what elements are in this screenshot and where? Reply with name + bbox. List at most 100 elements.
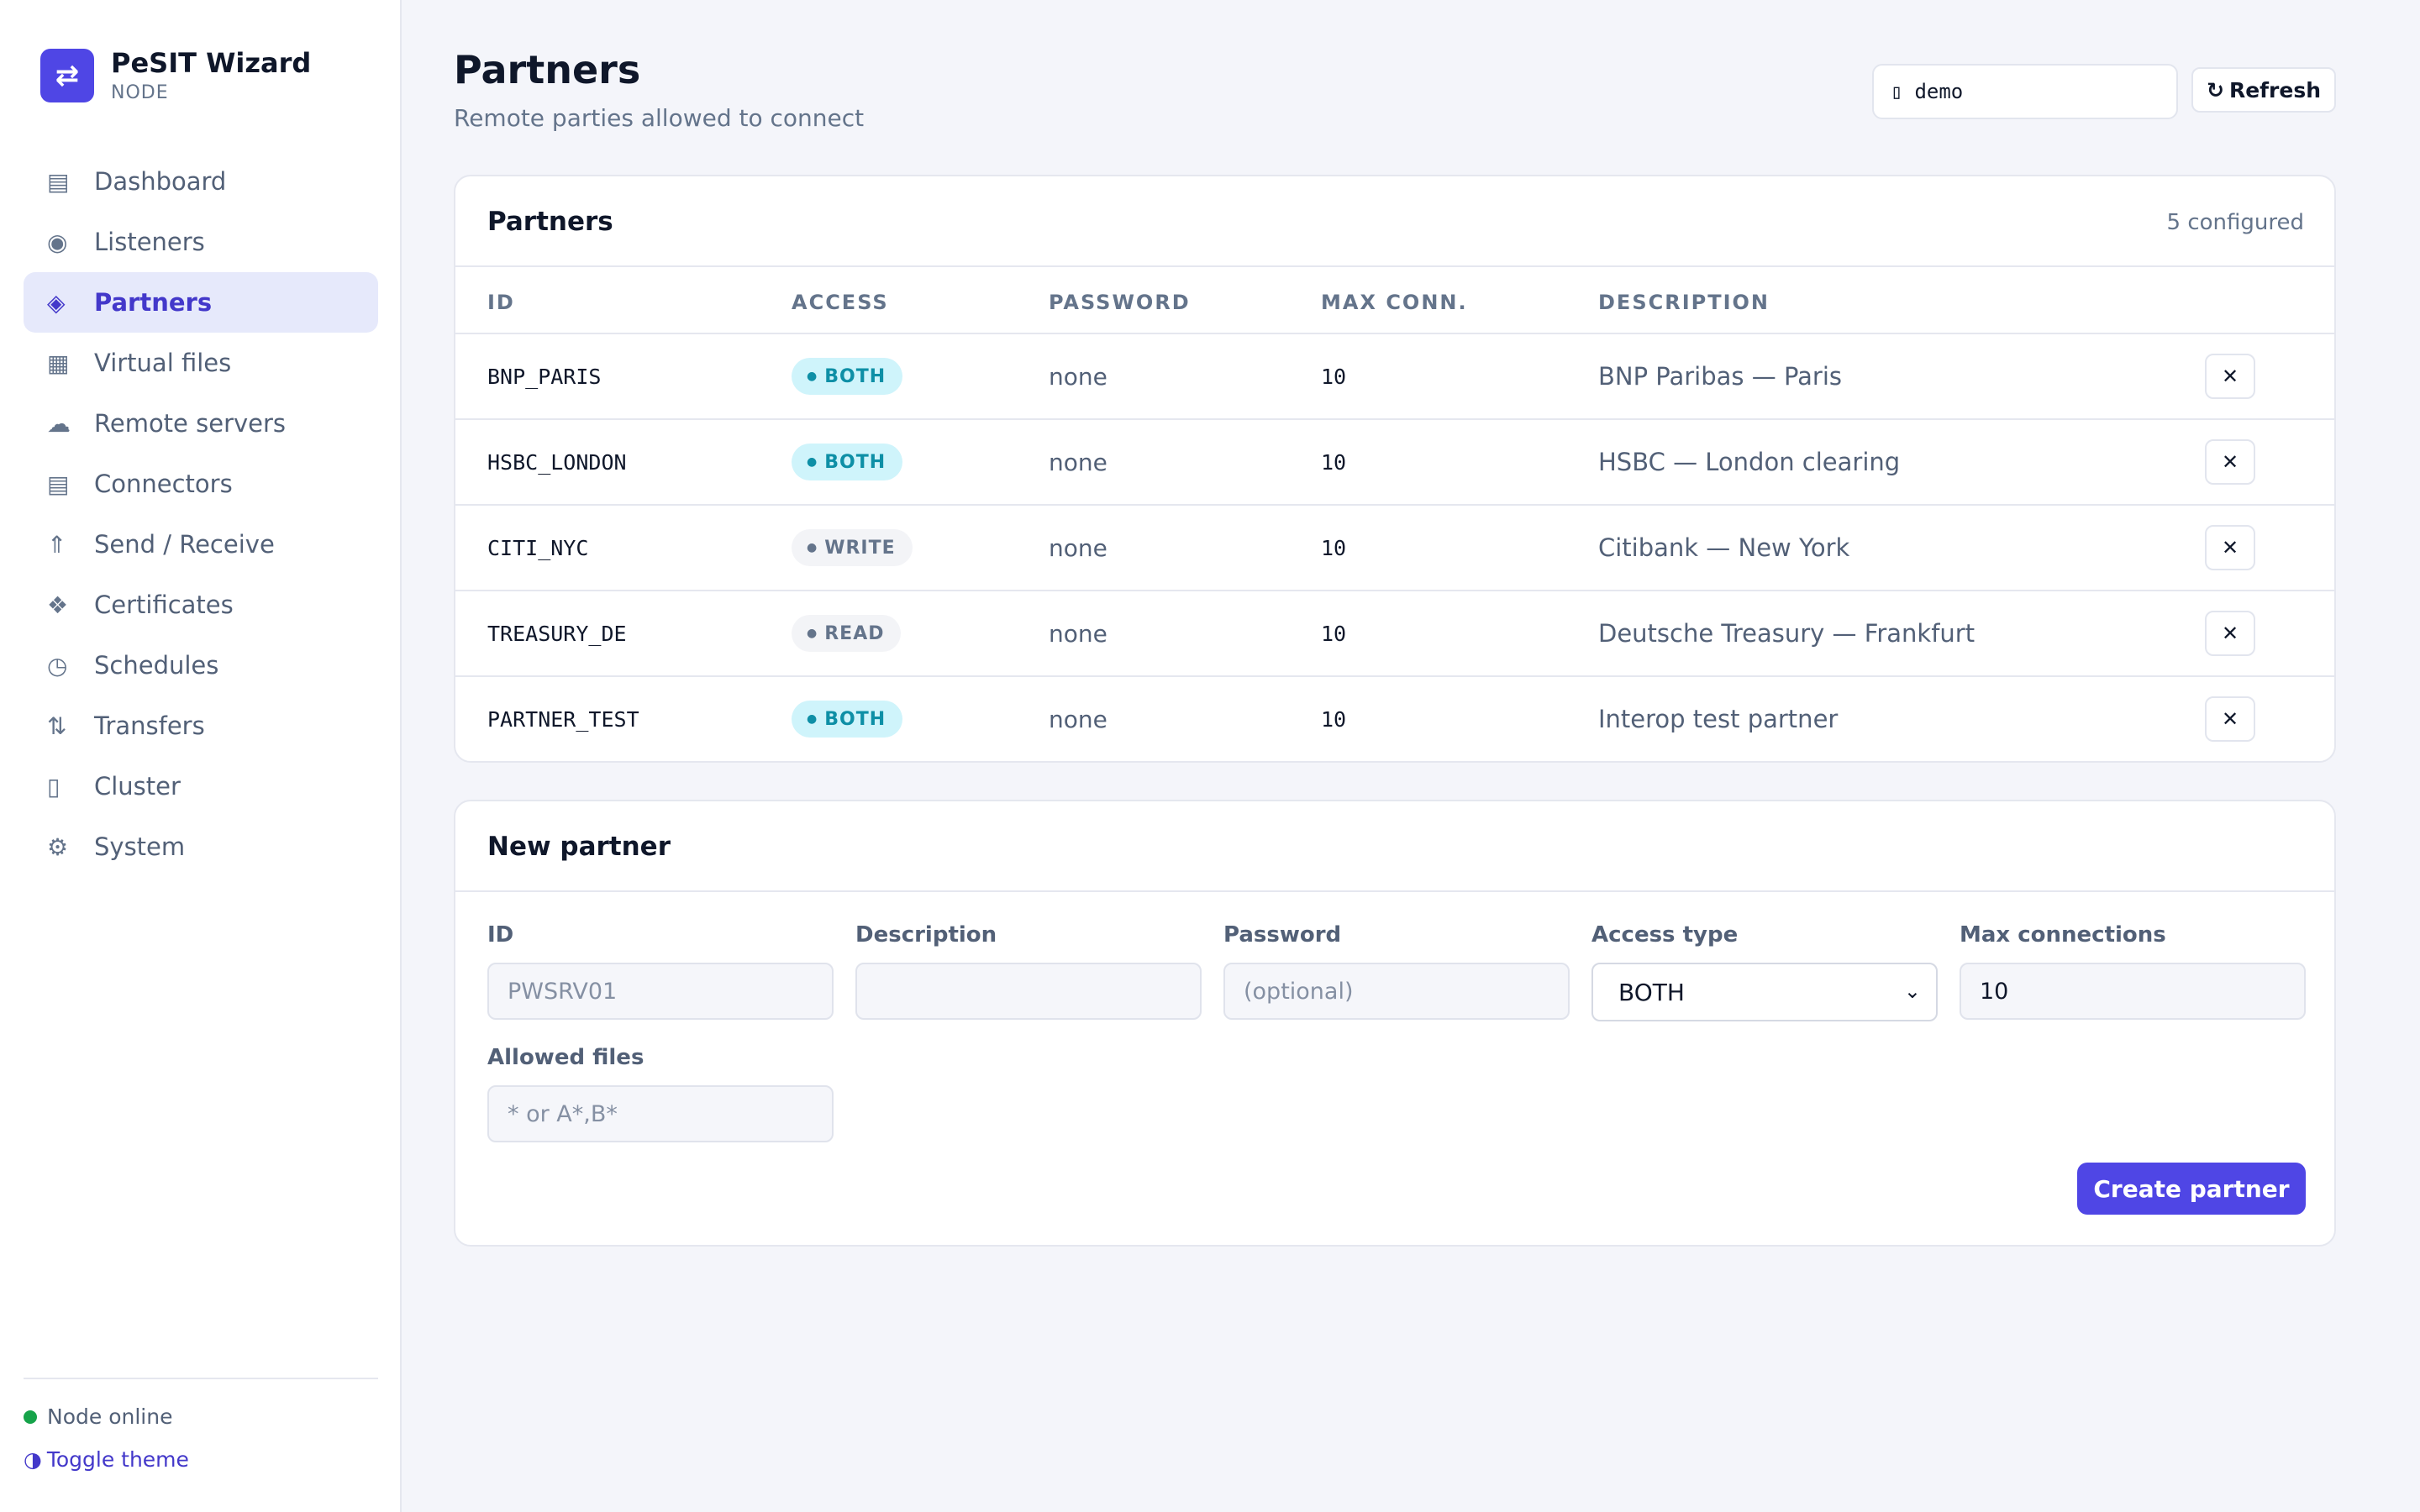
delete-partner-button[interactable]: ✕ [2205,525,2255,570]
access-cell: ● BOTH [792,677,903,761]
sidebar-nav: ▤ Dashboard ◉ Listeners ◈ Partners ▦ Vir… [24,151,378,877]
access-type-value: BOTH [1618,978,1685,1006]
password-input[interactable] [1223,963,1570,1020]
sidebar-item-system[interactable]: ⚙ System [24,816,378,877]
access-type-select[interactable]: BOTH ⌄ [1591,963,1938,1021]
sidebar-item-label: Dashboard [94,167,227,196]
access-badge-label: BOTH [824,708,886,730]
delete-cell: ✕ [2205,420,2255,504]
id-label: ID [487,922,514,948]
access-cell: ● BOTH [792,334,903,418]
table-header: ID ACCESS PASSWORD MAX CONN. DESCRIPTION [455,267,2334,334]
description-label: Description [855,922,997,948]
sidebar-item-remote-servers[interactable]: ☁ Remote servers [24,393,378,454]
allowed-files-label: Allowed files [487,1045,644,1070]
node-selector-input[interactable]: ▯ demo [1872,64,2178,119]
contrast-icon: ◑ [24,1447,42,1472]
partners-card-title: Partners [487,207,613,237]
access-badge: ● READ [792,615,902,652]
partner-id-input[interactable] [487,963,834,1020]
toggle-theme-link[interactable]: ◑ Toggle theme [24,1447,378,1472]
connectors-icon: ▤ [47,470,70,498]
sidebar-item-cluster[interactable]: ▯ Cluster [24,756,378,816]
access-badge: ● WRITE [792,529,913,566]
table-row: PARTNER_TEST ● BOTH none 10 Interop test… [455,677,2334,761]
partner-max-conn: 10 [1321,706,1347,732]
new-partner-card-header: New partner [455,801,2334,892]
delete-cell: ✕ [2205,334,2255,418]
partner-description: Deutsche Treasury — Frankfurt [1598,619,1975,648]
sidebar-item-label: Connectors [94,470,233,498]
column-header-max-conn: MAX CONN. [1321,291,1468,314]
certificates-icon: ❖ [47,591,69,619]
sidebar-item-dashboard[interactable]: ▤ Dashboard [24,151,378,212]
max-connections-input[interactable] [1960,963,2306,1020]
delete-partner-button[interactable]: ✕ [2205,611,2255,656]
partner-password: none [1049,533,1107,562]
sidebar-item-partners[interactable]: ◈ Partners [24,272,378,333]
access-badge-label: WRITE [824,537,896,559]
partner-id: TREASURY_DE [487,621,627,646]
delete-cell: ✕ [2205,506,2255,590]
table-row: BNP_PARIS ● BOTH none 10 BNP Paribas — P… [455,334,2334,420]
new-partner-card: New partner ID Description Password Acce… [454,800,2336,1247]
sidebar-item-virtual-files[interactable]: ▦ Virtual files [24,333,378,393]
partner-max-conn: 10 [1321,364,1347,389]
create-partner-button[interactable]: Create partner [2077,1163,2306,1215]
table-row: TREASURY_DE ● READ none 10 Deutsche Trea… [455,591,2334,677]
column-header-password: PASSWORD [1049,291,1191,314]
delete-cell: ✕ [2205,591,2255,675]
sidebar-item-label: Cluster [94,772,181,801]
partner-description: Citibank — New York [1598,533,1850,562]
description-input[interactable] [855,963,1202,1020]
table-row: HSBC_LONDON ● BOTH none 10 HSBC — London… [455,420,2334,506]
badge-dot-icon: ● [807,455,818,469]
sidebar-item-label: Certificates [94,591,234,619]
partners-count: 5 configured [2166,210,2304,235]
sidebar-item-certificates[interactable]: ❖ Certificates [24,575,378,635]
access-cell: ● READ [792,591,902,675]
partners-card-header: Partners 5 configured [455,176,2334,267]
delete-partner-button[interactable]: ✕ [2205,696,2255,742]
badge-dot-icon: ● [807,712,818,726]
refresh-label: Refresh [2228,77,2321,102]
sidebar-item-listeners[interactable]: ◉ Listeners [24,212,378,272]
access-badge: ● BOTH [792,701,903,738]
sidebar-item-label: Remote servers [94,409,287,438]
sidebar-item-connectors[interactable]: ▤ Connectors [24,454,378,514]
sidebar: ⇄ PeSIT Wizard NODE ▤ Dashboard ◉ Listen… [0,0,402,1512]
access-badge: ● BOTH [792,358,903,395]
sidebar-footer: Node online ◑ Toggle theme [24,1378,378,1472]
node-status-label: Node online [47,1404,173,1429]
partner-description: BNP Paribas — Paris [1598,362,1842,391]
partner-description: Interop test partner [1598,705,1839,733]
sidebar-item-transfers[interactable]: ⇅ Transfers [24,696,378,756]
allowed-files-input[interactable] [487,1085,834,1142]
sidebar-item-send-receive[interactable]: ⇑ Send / Receive [24,514,378,575]
node-status: Node online [24,1404,378,1429]
delete-partner-button[interactable]: ✕ [2205,354,2255,399]
cloud-icon: ☁ [47,409,71,438]
sidebar-item-label: System [94,832,186,861]
partner-password: none [1049,705,1107,733]
partner-password: none [1049,362,1107,391]
app-subtitle: NODE [111,82,169,103]
app-logo: ⇄ [40,48,94,102]
send-receive-icon: ⇑ [47,530,67,559]
access-badge-label: BOTH [824,365,886,387]
badge-dot-icon: ● [807,370,818,383]
delete-partner-button[interactable]: ✕ [2205,439,2255,485]
delete-cell: ✕ [2205,677,2255,761]
refresh-button[interactable]: ↻ Refresh [2191,67,2336,113]
access-cell: ● BOTH [792,420,903,504]
sidebar-item-label: Send / Receive [94,530,275,559]
sidebar-item-label: Listeners [94,228,205,256]
sidebar-item-label: Schedules [94,651,219,680]
chevron-down-icon: ⌄ [1903,979,1921,1003]
sidebar-item-schedules[interactable]: ◷ Schedules [24,635,378,696]
access-badge-label: READ [824,622,885,644]
partners-card: Partners 5 configured ID ACCESS PASSWORD… [454,175,2336,763]
access-cell: ● WRITE [792,506,913,590]
toggle-theme-label: Toggle theme [46,1447,189,1472]
table-row: CITI_NYC ● WRITE none 10 Citibank — New … [455,506,2334,591]
